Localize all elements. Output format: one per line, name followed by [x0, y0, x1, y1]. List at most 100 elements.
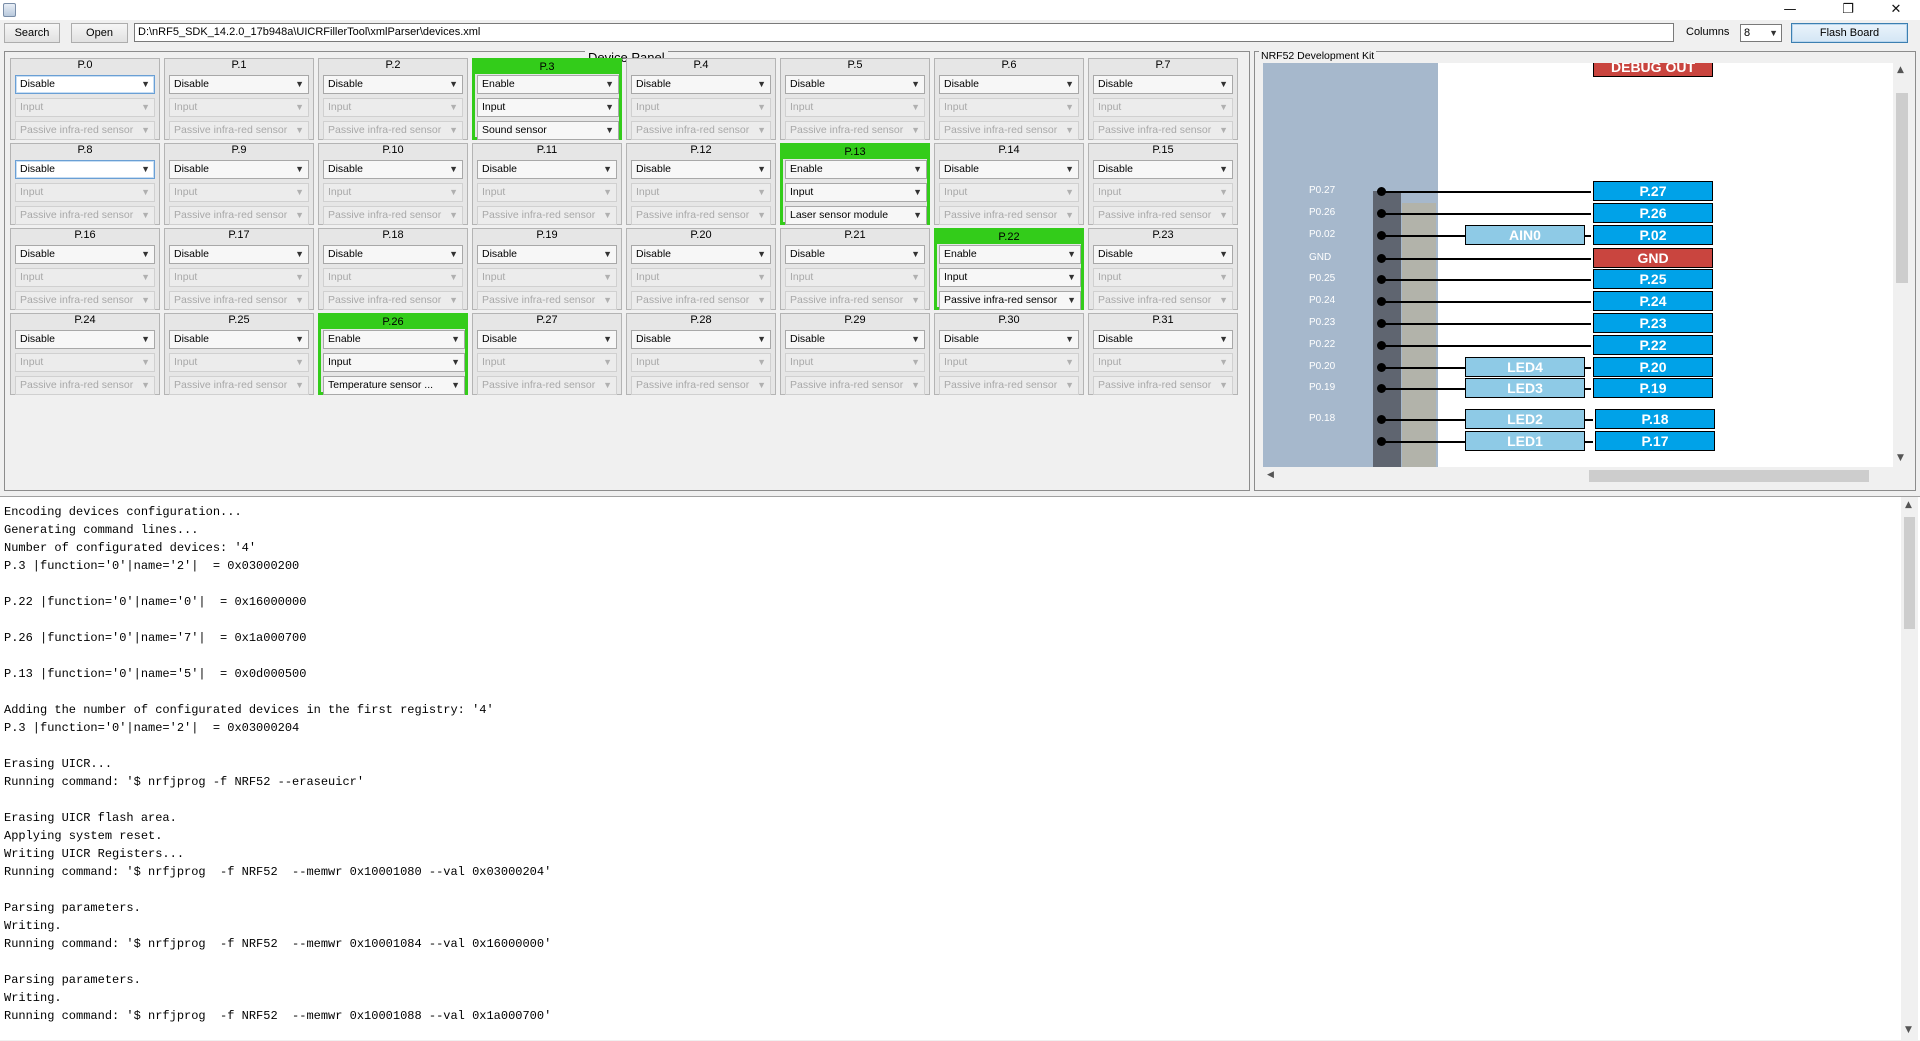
state-select[interactable]: Disable ▼ — [169, 330, 309, 349]
minimize-button[interactable]: — — [1768, 0, 1812, 20]
state-select[interactable]: Disable ▼ — [631, 245, 771, 264]
state-select[interactable]: Disable ▼ — [785, 245, 925, 264]
chevron-down-icon: ▼ — [295, 79, 304, 89]
pin-tag: P.17 — [1595, 431, 1715, 451]
chevron-down-icon: ▼ — [141, 272, 150, 282]
board-vertical-thumb[interactable] — [1896, 93, 1908, 283]
connection-wire — [1381, 191, 1591, 193]
direction-select[interactable]: Input ▼ — [323, 353, 465, 372]
direction-select[interactable]: Input ▼ — [939, 268, 1081, 287]
pin-tag: P.25 — [1593, 269, 1713, 289]
board-vertical-scrollbar[interactable]: ▲ ▼ — [1893, 63, 1911, 467]
connection-dot — [1377, 384, 1386, 393]
state-select[interactable]: Disable ▼ — [1093, 330, 1233, 349]
flash-board-button[interactable]: Flash Board — [1791, 23, 1908, 43]
state-select[interactable]: Disable ▼ — [1093, 160, 1233, 179]
state-select[interactable]: Disable ▼ — [169, 245, 309, 264]
columns-select[interactable]: 8 ▼ — [1740, 24, 1782, 42]
state-select[interactable]: Disable ▼ — [631, 75, 771, 94]
direction-select: Input ▼ — [631, 183, 771, 202]
pin-label: P.24 — [74, 314, 96, 326]
chevron-down-icon: ▼ — [141, 187, 150, 197]
state-select[interactable]: Disable ▼ — [15, 75, 155, 94]
board-horizontal-thumb[interactable] — [1589, 470, 1869, 482]
scroll-down-icon[interactable]: ▼ — [1897, 453, 1904, 463]
direction-select-value: Input — [20, 186, 44, 198]
state-select[interactable]: Disable ▼ — [785, 75, 925, 94]
scroll-left-icon[interactable]: ◀ — [1267, 470, 1274, 480]
state-select[interactable]: Disable ▼ — [15, 245, 155, 264]
direction-select[interactable]: Input ▼ — [477, 98, 619, 117]
sensor-select[interactable]: Temperature sensor ... ▼ — [323, 376, 465, 395]
connection-dot — [1377, 297, 1386, 306]
state-select-value: Disable — [944, 78, 980, 90]
state-select-value: Enable — [790, 163, 823, 175]
maximize-button[interactable]: ❐ — [1826, 0, 1870, 20]
chevron-down-icon: ▼ — [913, 210, 922, 220]
state-select[interactable]: Disable ▼ — [169, 160, 309, 179]
close-button[interactable]: ✕ — [1874, 0, 1918, 20]
state-select-value: Disable — [944, 333, 980, 345]
state-select[interactable]: Disable ▼ — [15, 160, 155, 179]
pin-cell: P.25 Disable ▼ Input ▼ Passive infra-red sens… — [164, 313, 314, 395]
chevron-down-icon: ▼ — [605, 79, 614, 89]
state-select-value: Disable — [328, 163, 364, 175]
sensor-select-value: Passive infra-red sensor — [1098, 294, 1212, 306]
direction-select-value: Input — [944, 271, 968, 283]
direction-select[interactable]: Input ▼ — [785, 183, 927, 202]
board-horizontal-scrollbar[interactable]: ◀ — [1263, 467, 1893, 485]
sensor-select[interactable]: Sound sensor ▼ — [477, 121, 619, 140]
console-line: Parsing parameters. — [4, 973, 141, 987]
sensor-select[interactable]: Passive infra-red sensor ▼ — [939, 291, 1081, 310]
console-scroll-thumb[interactable] — [1904, 517, 1915, 629]
pin-cell: P.2 Disable ▼ Input ▼ Passive infra-red senso… — [318, 58, 468, 140]
state-select[interactable]: Enable ▼ — [939, 245, 1081, 264]
file-path-field[interactable]: D:\nRF5_SDK_14.2.0_17b948a\UICRFillerToo… — [134, 23, 1674, 42]
state-select[interactable]: Disable ▼ — [785, 330, 925, 349]
search-button[interactable]: Search — [4, 23, 60, 43]
state-select[interactable]: Disable ▼ — [1093, 245, 1233, 264]
scroll-up-icon[interactable]: ▲ — [1905, 500, 1912, 510]
chevron-down-icon: ▼ — [757, 272, 766, 282]
pin-tag: P.27 — [1593, 181, 1713, 201]
pin-tag: P.23 — [1593, 313, 1713, 333]
state-select[interactable]: Disable ▼ — [15, 330, 155, 349]
board-diagram: DEBUG OUT P0.27 P0.26 P0.02 GND P0.25 P0.24 P0… — [1263, 63, 1893, 467]
state-select[interactable]: Disable ▼ — [323, 245, 463, 264]
console-line: Number of configurated devices: '4' — [4, 541, 257, 555]
state-select[interactable]: Disable ▼ — [631, 160, 771, 179]
state-select[interactable]: Disable ▼ — [169, 75, 309, 94]
console-output[interactable]: Encoding devices configuration... Generat… — [0, 496, 1920, 1041]
state-select[interactable]: Disable ▼ — [477, 330, 617, 349]
sensor-select[interactable]: Laser sensor module ▼ — [785, 206, 927, 225]
pin-label: P.1 — [231, 59, 247, 71]
chevron-down-icon: ▼ — [1065, 125, 1074, 135]
console-scrollbar[interactable]: ▲ ▼ — [1901, 497, 1918, 1041]
state-select[interactable]: Disable ▼ — [939, 160, 1079, 179]
state-select-value: Disable — [174, 163, 210, 175]
state-select[interactable]: Disable ▼ — [477, 245, 617, 264]
state-select[interactable]: Enable ▼ — [477, 75, 619, 94]
direction-select-value: Input — [636, 101, 660, 113]
state-select[interactable]: Disable ▼ — [631, 330, 771, 349]
state-select[interactable]: Disable ▼ — [323, 160, 463, 179]
state-select[interactable]: Disable ▼ — [939, 330, 1079, 349]
state-select[interactable]: Disable ▼ — [1093, 75, 1233, 94]
pin-cell: P.29 Disable ▼ Input ▼ Passive infra-red sens… — [780, 313, 930, 395]
sensor-select: Passive infra-red sensor ▼ — [15, 206, 155, 225]
scroll-down-icon[interactable]: ▼ — [1905, 1025, 1912, 1035]
state-select[interactable]: Disable ▼ — [477, 160, 617, 179]
state-select[interactable]: Disable ▼ — [323, 75, 463, 94]
silkscreen-label: P0.27 — [1309, 185, 1336, 196]
scroll-up-icon[interactable]: ▲ — [1897, 65, 1904, 75]
state-select[interactable]: Disable ▼ — [939, 75, 1079, 94]
state-select[interactable]: Enable ▼ — [785, 160, 927, 179]
open-button[interactable]: Open — [71, 23, 128, 43]
sensor-select: Passive infra-red sensor ▼ — [169, 376, 309, 395]
connection-dot — [1377, 363, 1386, 372]
state-select[interactable]: Enable ▼ — [323, 330, 465, 349]
silkscreen-label: P0.19 — [1309, 382, 1336, 393]
chevron-down-icon: ▼ — [1065, 334, 1074, 344]
pin-label: P.10 — [382, 144, 404, 156]
chevron-down-icon: ▼ — [757, 334, 766, 344]
